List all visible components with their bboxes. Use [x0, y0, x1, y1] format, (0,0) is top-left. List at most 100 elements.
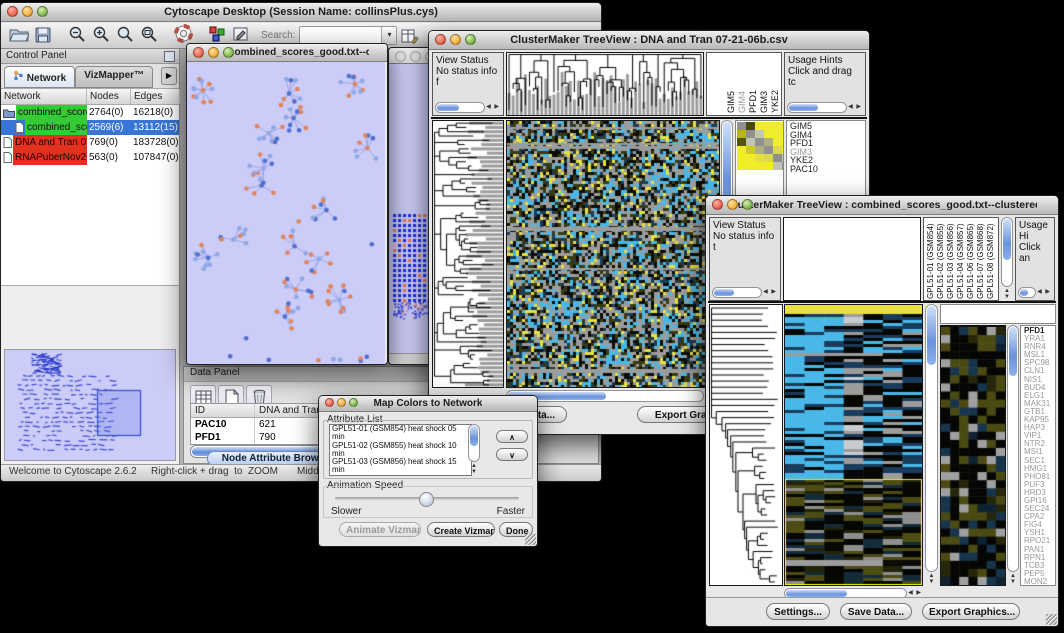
- combo-dropdown-icon[interactable]: ▾: [381, 27, 396, 44]
- window-controls[interactable]: [712, 199, 757, 217]
- animate-vizmap-button[interactable]: Animate Vizmap: [339, 522, 421, 537]
- save-data-button[interactable]: Save Data...: [840, 603, 912, 620]
- attribute-list-item[interactable]: GPL51-01 (GSM854) heat shock 05 min: [332, 425, 471, 442]
- view-status-scrollbar[interactable]: ◀ ▶: [435, 102, 501, 113]
- close-button-icon[interactable]: [712, 199, 723, 210]
- attribute-list-item[interactable]: GPL51-02 (GSM855) heat shock 10 min: [332, 442, 471, 459]
- attribute-list-scrollbar[interactable]: ▲▼: [468, 424, 480, 476]
- row-dendrogram-pane[interactable]: [432, 120, 504, 388]
- global-heatmap[interactable]: [784, 304, 923, 586]
- zoom-fit-icon[interactable]: [113, 24, 137, 44]
- save-icon[interactable]: [31, 25, 55, 45]
- minimize-button-icon[interactable]: [22, 6, 33, 17]
- zoom-selected-icon[interactable]: [137, 24, 161, 44]
- window-controls[interactable]: [193, 47, 238, 65]
- zoom-heatmap-pane[interactable]: [940, 325, 1006, 586]
- zoom-heatmap[interactable]: [737, 122, 784, 170]
- column-labels-scrollbar[interactable]: ▲▼: [1001, 217, 1013, 301]
- zoom-button-icon[interactable]: [349, 398, 358, 407]
- view-status-scrollbar[interactable]: ◀ ▶: [712, 287, 778, 298]
- more-tabs-button[interactable]: ▶: [161, 67, 177, 85]
- vizmapper-icon[interactable]: [205, 24, 229, 44]
- treeview-window-combined[interactable]: ClusterMaker TreeView : combined_scores_…: [705, 195, 1059, 627]
- float-panel-icon[interactable]: [164, 51, 175, 62]
- column-labels-pane[interactable]: GPL51-01 (GSM854)GPL51-02 (GSM855)GPL51-…: [923, 217, 999, 301]
- close-button-icon[interactable]: [193, 47, 204, 58]
- scrollbar-track[interactable]: [787, 102, 847, 113]
- heatmap-vscrollbar[interactable]: ▲▼: [925, 304, 938, 586]
- scrollbar-track[interactable]: [925, 304, 938, 572]
- attribute-list[interactable]: GPL51-01 (GSM854) heat shock 05 minGPL51…: [329, 424, 472, 476]
- close-button-icon[interactable]: [395, 51, 406, 62]
- treeview1-titlebar[interactable]: ClusterMaker TreeView : DNA and Tran 07-…: [429, 31, 869, 50]
- heatmap-hscrollbar[interactable]: ◀ ▶: [506, 390, 720, 402]
- minimize-button-icon[interactable]: [410, 51, 421, 62]
- global-heatmap[interactable]: [506, 120, 720, 388]
- attribute-table-icon[interactable]: [397, 26, 421, 46]
- minimize-button-icon[interactable]: [208, 47, 219, 58]
- scrollbar-arrows[interactable]: ◀ ▶: [762, 287, 778, 298]
- speed-slider-thumb[interactable]: [419, 492, 434, 507]
- gene-row-label[interactable]: MON2: [1024, 578, 1055, 586]
- scrollbar-arrows[interactable]: ▲▼: [1007, 572, 1019, 586]
- network-table-row[interactable]: RNAPuberNov2+|563(0)107847(0): [1, 150, 179, 165]
- network-canvas[interactable]: [187, 62, 385, 364]
- zoom-button-icon[interactable]: [465, 34, 476, 45]
- resize-grip[interactable]: [525, 534, 536, 545]
- birdseye-overview[interactable]: [4, 349, 176, 461]
- row-dendrogram-pane[interactable]: [709, 304, 783, 586]
- scrollbar-track[interactable]: [1018, 287, 1036, 298]
- zoom-button-icon[interactable]: [742, 199, 753, 210]
- close-button-icon[interactable]: [7, 6, 18, 17]
- window-controls[interactable]: [435, 34, 480, 52]
- settings-button[interactable]: Settings...: [766, 603, 830, 620]
- main-titlebar[interactable]: Cytoscape Desktop (Session Name: collins…: [1, 3, 601, 22]
- annotation-icon[interactable]: [229, 24, 253, 44]
- scrollbar-arrows[interactable]: ▲▼: [925, 572, 938, 586]
- scrollbar-arrows[interactable]: ▲▼: [1001, 287, 1013, 301]
- scrollbar-track[interactable]: [712, 287, 762, 298]
- close-button-icon[interactable]: [325, 398, 334, 407]
- column-dendrogram-pane[interactable]: [783, 217, 921, 301]
- tab-vizmapper[interactable]: VizMapper™: [75, 66, 153, 88]
- map-colors-dialog[interactable]: Map Colors to Network Attribute List GPL…: [318, 395, 538, 547]
- gene-row-label[interactable]: PAC10: [790, 165, 865, 174]
- scrollbar-track[interactable]: [468, 424, 480, 462]
- help-icon[interactable]: [171, 23, 195, 43]
- scrollbar-track[interactable]: [1007, 325, 1019, 572]
- open-folder-icon[interactable]: [7, 25, 31, 45]
- search-input[interactable]: [300, 27, 381, 44]
- attribute-list-item[interactable]: GPL51-03 (GSM856) heat shock 15 min: [332, 458, 471, 475]
- column-dendrogram-pane[interactable]: [506, 52, 704, 116]
- treeview2-titlebar[interactable]: ClusterMaker TreeView : combined_scores_…: [706, 196, 1058, 215]
- attribute-list-item[interactable]: GPL51-04 (GSM857) heat shock 20 min: [332, 475, 471, 476]
- zoom-button-icon[interactable]: [37, 6, 48, 17]
- export-graphics-button[interactable]: Export Graphics...: [922, 603, 1020, 620]
- network-table-row[interactable]: combined_scores_2764(0)16218(0): [1, 105, 179, 120]
- usage-hints-scrollbar[interactable]: ◀ ▶: [1018, 287, 1052, 298]
- scrollbar-track[interactable]: [435, 102, 485, 113]
- network-table-row[interactable]: DNA and Tran 07769(0)183728(0): [1, 135, 179, 150]
- usage-hints-scrollbar[interactable]: ◀ ▶: [787, 102, 863, 113]
- scrollbar-arrows[interactable]: ◀ ▶: [847, 102, 863, 113]
- network-table-header[interactable]: Network Nodes Edges: [1, 89, 179, 105]
- zoom-button-icon[interactable]: [223, 47, 234, 58]
- move-down-button[interactable]: ∨: [496, 448, 528, 461]
- zoom-in-icon[interactable]: [89, 24, 113, 44]
- zoom-vscrollbar[interactable]: ▲▼: [1007, 325, 1019, 586]
- network-window-titlebar[interactable]: combined_scores_good.txt--cluste...: [187, 44, 387, 62]
- dialog-titlebar[interactable]: Map Colors to Network: [319, 396, 537, 412]
- minimize-button-icon[interactable]: [450, 34, 461, 45]
- scrollbar-track[interactable]: [1001, 217, 1013, 287]
- window-controls[interactable]: [7, 6, 52, 24]
- create-vizmap-button[interactable]: Create Vizmap: [427, 522, 495, 537]
- minimize-button-icon[interactable]: [727, 199, 738, 210]
- network-table-row[interactable]: combined_sco2569(6)13112(15): [1, 120, 179, 135]
- minimize-button-icon[interactable]: [337, 398, 346, 407]
- close-button-icon[interactable]: [435, 34, 446, 45]
- scrollbar-arrows[interactable]: ◀ ▶: [1036, 287, 1052, 298]
- scrollbar-arrows[interactable]: ◀ ▶: [485, 102, 501, 113]
- move-up-button[interactable]: ∧: [496, 430, 528, 443]
- tab-network[interactable]: Network: [4, 66, 75, 88]
- scrollbar-arrows[interactable]: ▲▼: [468, 462, 480, 476]
